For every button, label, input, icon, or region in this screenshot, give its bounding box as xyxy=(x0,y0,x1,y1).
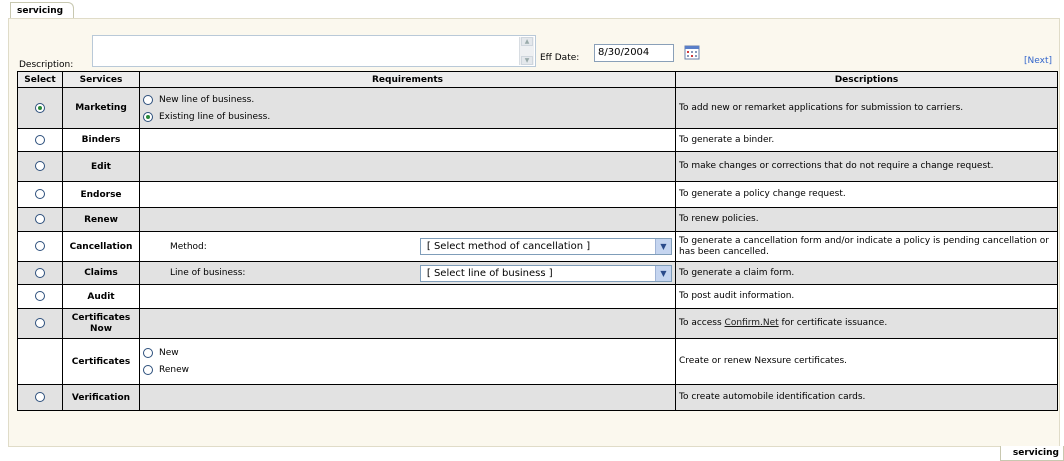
calendar-icon[interactable] xyxy=(684,44,700,60)
requirements-empty xyxy=(139,151,676,182)
requirements-cancellation: Method: [ Select method of cancellation … xyxy=(139,231,676,262)
table-row-verification: Verification To create automobile identi… xyxy=(17,384,1058,411)
description-cell: To generate a cancellation form and/or i… xyxy=(675,231,1058,262)
table-row-certificates-now: Certificates Now To access Confirm.Net f… xyxy=(17,308,1058,339)
table-row-cancellation: Cancellation Method: [ Select method of … xyxy=(17,231,1058,262)
radio-renew[interactable] xyxy=(35,214,45,225)
description-cell: To renew policies. xyxy=(675,207,1058,232)
description-cell: To generate a claim form. xyxy=(675,261,1058,285)
requirements-certificates: New Renew xyxy=(139,338,676,385)
radio-certificate-new[interactable] xyxy=(143,348,153,358)
select-value: [ Select method of cancellation ] xyxy=(426,241,591,252)
radio-verification[interactable] xyxy=(35,392,45,403)
services-table: Select Services Requirements Description… xyxy=(17,71,1058,411)
service-name: Renew xyxy=(62,207,140,232)
requirements-empty xyxy=(139,128,676,152)
scroll-up-icon[interactable]: ▲ xyxy=(521,37,533,46)
requirements-empty xyxy=(139,384,676,411)
option-label: New xyxy=(159,348,179,358)
table-row-certificates: Certificates New Renew Create or renew N… xyxy=(17,338,1058,385)
option-label: New line of business. xyxy=(159,94,255,105)
confirm-net-link[interactable]: Confirm.Net xyxy=(725,318,779,328)
cancellation-method-select[interactable]: [ Select method of cancellation ] ▼ xyxy=(419,238,672,255)
radio-edit[interactable] xyxy=(35,161,45,172)
radio-claims[interactable] xyxy=(35,267,45,278)
radio-endorse[interactable] xyxy=(35,189,45,200)
table-row-renew: Renew To renew policies. xyxy=(17,207,1058,232)
tab-servicing-bottom[interactable]: servicing xyxy=(1000,446,1064,461)
description-cell: To generate a binder. xyxy=(675,128,1058,152)
eff-date-input[interactable]: 8/30/2004 xyxy=(594,44,674,62)
line-of-business-select[interactable]: [ Select line of business ] ▼ xyxy=(419,264,672,282)
radio-audit[interactable] xyxy=(35,291,45,302)
description-cell: To access Confirm.Net for certificate is… xyxy=(675,308,1058,339)
header-select: Select xyxy=(17,71,63,88)
description-textarea[interactable]: ▲ ▼ xyxy=(92,35,536,67)
radio-existing-line-of-business[interactable] xyxy=(143,111,153,122)
service-name: Cancellation xyxy=(62,231,140,262)
service-name: Endorse xyxy=(62,181,140,208)
service-name: Edit xyxy=(62,151,140,182)
service-name: Verification xyxy=(62,384,140,411)
scroll-down-icon[interactable]: ▼ xyxy=(521,56,533,65)
radio-cancellation[interactable] xyxy=(35,241,45,252)
requirements-claims: Line of business: [ Select line of busin… xyxy=(139,261,676,285)
option-label: Existing line of business. xyxy=(159,111,271,122)
table-row-claims: Claims Line of business: [ Select line o… xyxy=(17,261,1058,285)
chevron-down-icon[interactable]: ▼ xyxy=(655,239,671,254)
header-requirements: Requirements xyxy=(139,71,676,88)
radio-new-line-of-business[interactable] xyxy=(143,94,153,105)
radio-certificate-renew[interactable] xyxy=(143,365,153,375)
table-row-marketing: Marketing New line of business. Existing… xyxy=(17,87,1058,129)
service-name: Audit xyxy=(62,284,140,309)
requirements-empty xyxy=(139,284,676,309)
description-cell: To generate a policy change request. xyxy=(675,181,1058,208)
table-row-edit: Edit To make changes or corrections that… xyxy=(17,151,1058,182)
table-row-endorse: Endorse To generate a policy change requ… xyxy=(17,181,1058,208)
service-name: Certificates Now xyxy=(62,308,140,339)
next-link[interactable]: [Next] xyxy=(1024,56,1052,66)
method-label: Method: xyxy=(170,241,207,252)
requirements-empty xyxy=(139,207,676,232)
description-cell: To create automobile identification card… xyxy=(675,384,1058,411)
requirements-empty xyxy=(139,181,676,208)
service-name: Binders xyxy=(62,128,140,152)
radio-certificates-now[interactable] xyxy=(35,318,45,329)
description-text: To access xyxy=(679,318,725,328)
service-name: Claims xyxy=(62,261,140,285)
option-label: Renew xyxy=(159,365,189,375)
chevron-down-icon[interactable]: ▼ xyxy=(655,265,671,281)
table-row-binders: Binders To generate a binder. xyxy=(17,128,1058,152)
requirements-marketing: New line of business. Existing line of b… xyxy=(139,87,676,129)
service-name: Certificates xyxy=(62,338,140,385)
tab-servicing-top[interactable]: servicing xyxy=(10,2,74,19)
header-descriptions: Descriptions xyxy=(675,71,1058,88)
radio-marketing[interactable] xyxy=(35,102,45,113)
description-cell: To post audit information. xyxy=(675,284,1058,309)
select-value: [ Select line of business ] xyxy=(426,267,553,279)
description-cell: Create or renew Nexsure certificates. xyxy=(675,338,1058,385)
service-name: Marketing xyxy=(62,87,140,129)
table-row-audit: Audit To post audit information. xyxy=(17,284,1058,309)
description-scrollbar[interactable]: ▲ ▼ xyxy=(519,37,534,65)
description-cell: To add new or remarket applications for … xyxy=(675,87,1058,129)
description-cell: To make changes or corrections that do n… xyxy=(675,151,1058,182)
description-label: Description: xyxy=(19,60,74,70)
description-text: for certificate issuance. xyxy=(778,318,888,328)
requirements-empty xyxy=(139,308,676,339)
header-services: Services xyxy=(62,71,140,88)
line-of-business-label: Line of business: xyxy=(170,268,246,278)
eff-date-label: Eff Date: xyxy=(540,53,580,63)
radio-binders[interactable] xyxy=(35,134,45,145)
